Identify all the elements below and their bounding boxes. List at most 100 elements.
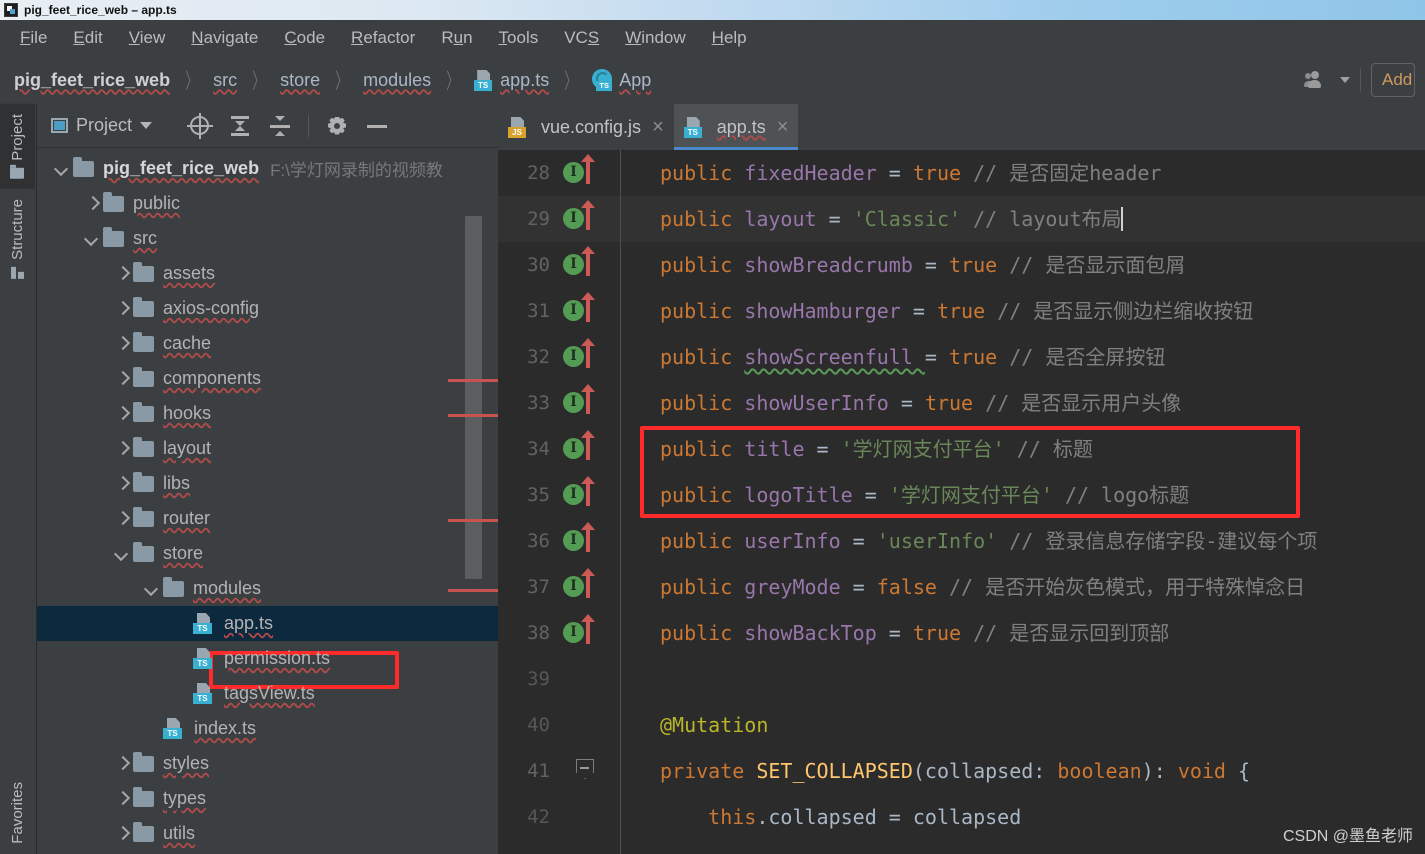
breadcrumb-item-store[interactable]: store — [276, 68, 324, 93]
menu-item-refactor[interactable]: Refactor — [339, 24, 427, 52]
implementation-marker-icon[interactable]: I — [563, 300, 584, 321]
implementation-marker-icon[interactable]: I — [563, 484, 584, 505]
override-arrow-icon[interactable] — [581, 430, 595, 460]
override-arrow-icon[interactable] — [581, 200, 595, 230]
implementation-marker-icon[interactable]: I — [563, 392, 584, 413]
tree-node-store[interactable]: store — [37, 536, 498, 571]
menu-item-file[interactable]: File — [8, 24, 59, 52]
tool-button-structure[interactable]: Structure — [0, 189, 35, 289]
tree-node-hooks[interactable]: hooks — [37, 396, 498, 431]
implementation-marker-icon[interactable]: I — [563, 162, 584, 183]
implementation-marker-icon[interactable]: I — [563, 346, 584, 367]
implementation-marker-icon[interactable]: I — [563, 254, 584, 275]
code-line-30[interactable]: 30 Ipublic showBreadcrumb = true // 是否显示面… — [498, 242, 1425, 288]
tree-node-axios-config[interactable]: axios-config — [37, 291, 498, 326]
code-line-28[interactable]: 28 Ipublic fixedHeader = true // 是否固定head… — [498, 150, 1425, 196]
tree-node-layout[interactable]: layout — [37, 431, 498, 466]
collapse-all-icon[interactable] — [268, 114, 292, 138]
project-view-selector[interactable]: Project — [45, 112, 158, 139]
code-content[interactable]: 28 Ipublic fixedHeader = true // 是否固定head… — [498, 150, 1425, 854]
tree-node-tagsview-ts[interactable]: TS tagsView.ts — [37, 676, 498, 711]
add-configuration-button[interactable]: Add Configuration... — [1371, 63, 1415, 97]
menu-item-vcs[interactable]: VCS — [552, 24, 611, 52]
implementation-marker-icon[interactable]: I — [563, 576, 584, 597]
chevron-right-icon[interactable] — [111, 753, 133, 775]
chevron-right-icon[interactable] — [111, 263, 133, 285]
override-arrow-icon[interactable] — [581, 154, 595, 184]
chevron-down-icon[interactable] — [51, 158, 73, 180]
breadcrumb-item-app-ts[interactable]: TS app.ts — [470, 68, 553, 93]
tree-node-public[interactable]: public — [37, 186, 498, 221]
editor-tab-vue-config-js[interactable]: JS vue.config.js × — [498, 104, 674, 150]
breadcrumb-item-pig_feet_rice_web[interactable]: pig_feet_rice_web — [10, 68, 174, 93]
tree-node-cache[interactable]: cache — [37, 326, 498, 361]
menu-item-run[interactable]: Run — [429, 24, 484, 52]
code-line-31[interactable]: 31 Ipublic showHamburger = true // 是否显示侧边… — [498, 288, 1425, 334]
breadcrumb-item-modules[interactable]: modules — [359, 68, 435, 93]
override-arrow-icon[interactable] — [581, 384, 595, 414]
tool-button-project[interactable]: Project — [0, 104, 35, 189]
chevron-right-icon[interactable] — [81, 193, 103, 215]
menu-item-window[interactable]: Window — [613, 24, 697, 52]
code-line-33[interactable]: 33 Ipublic showUserInfo = true // 是否显示用户头… — [498, 380, 1425, 426]
code-line-40[interactable]: 40 @Mutation — [498, 702, 1425, 748]
code-line-41[interactable]: 41 private SET_COLLAPSED(collapsed: boole… — [498, 748, 1425, 794]
override-arrow-icon[interactable] — [581, 292, 595, 322]
chevron-down-icon[interactable] — [111, 543, 133, 565]
gear-icon[interactable] — [325, 114, 349, 138]
chevron-down-icon[interactable] — [81, 228, 103, 250]
code-line-38[interactable]: 38 Ipublic showBackTop = true // 是否显示回到顶部 — [498, 610, 1425, 656]
breadcrumb-item-src[interactable]: src — [209, 68, 241, 93]
tree-node-pig_feet_rice_web[interactable]: pig_feet_rice_web F:\学灯网录制的视频教 — [37, 151, 498, 186]
minimize-icon[interactable] — [365, 114, 389, 138]
implementation-marker-icon[interactable]: I — [563, 438, 584, 459]
code-line-36[interactable]: 36 Ipublic userInfo = 'userInfo' // 登录信息存… — [498, 518, 1425, 564]
implementation-marker-icon[interactable]: I — [563, 530, 584, 551]
close-icon[interactable]: × — [777, 117, 789, 137]
chevron-right-icon[interactable] — [111, 438, 133, 460]
code-line-32[interactable]: 32 Ipublic showScreenfull = true // 是否全屏按… — [498, 334, 1425, 380]
chevron-down-icon[interactable] — [141, 578, 163, 600]
tree-node-app-ts[interactable]: TS app.ts — [37, 606, 498, 641]
chevron-right-icon[interactable] — [111, 788, 133, 810]
tree-node-utils[interactable]: utils — [37, 816, 498, 851]
tree-node-libs[interactable]: libs — [37, 466, 498, 501]
code-fold-icon[interactable] — [576, 759, 594, 779]
override-arrow-icon[interactable] — [581, 476, 595, 506]
code-line-39[interactable]: 39 — [498, 656, 1425, 702]
tree-node-styles[interactable]: styles — [37, 746, 498, 781]
implementation-marker-icon[interactable]: I — [563, 622, 584, 643]
menu-item-view[interactable]: View — [117, 24, 178, 52]
close-icon[interactable]: × — [652, 117, 664, 137]
code-line-29[interactable]: 29 Ipublic layout = 'Classic' // layout布局 — [498, 196, 1425, 242]
menu-item-code[interactable]: Code — [272, 24, 337, 52]
menu-item-navigate[interactable]: Navigate — [179, 24, 270, 52]
code-line-34[interactable]: 34 Ipublic title = '学灯网支付平台' // 标题 — [498, 426, 1425, 472]
tree-node-assets[interactable]: assets — [37, 256, 498, 291]
code-line-35[interactable]: 35 Ipublic logoTitle = '学灯网支付平台' // logo标… — [498, 472, 1425, 518]
chevron-right-icon[interactable] — [111, 508, 133, 530]
chevron-right-icon[interactable] — [111, 368, 133, 390]
menu-item-edit[interactable]: Edit — [61, 24, 114, 52]
editor-tab-app-ts[interactable]: TS app.ts × — [673, 104, 799, 150]
implementation-marker-icon[interactable]: I — [563, 208, 584, 229]
tree-node-types[interactable]: types — [37, 781, 498, 816]
code-line-37[interactable]: 37 Ipublic greyMode = false // 是否开始灰色模式，用… — [498, 564, 1425, 610]
tree-node-index-ts[interactable]: TS index.ts — [37, 711, 498, 746]
tree-node-src[interactable]: src — [37, 221, 498, 256]
people-icon[interactable] — [1304, 70, 1330, 90]
tree-node-permission-ts[interactable]: TS permission.ts — [37, 641, 498, 676]
override-arrow-icon[interactable] — [581, 522, 595, 552]
override-arrow-icon[interactable] — [581, 246, 595, 276]
chevron-right-icon[interactable] — [111, 298, 133, 320]
chevron-right-icon[interactable] — [111, 823, 133, 845]
override-arrow-icon[interactable] — [581, 338, 595, 368]
chevron-right-icon[interactable] — [111, 473, 133, 495]
menu-item-tools[interactable]: Tools — [487, 24, 551, 52]
chevron-down-icon[interactable] — [1340, 77, 1350, 83]
tool-button-favorites[interactable]: Favorites — [0, 772, 35, 854]
override-arrow-icon[interactable] — [581, 614, 595, 644]
expand-all-icon[interactable] — [228, 114, 252, 138]
override-arrow-icon[interactable] — [581, 568, 595, 598]
menu-item-help[interactable]: Help — [700, 24, 759, 52]
